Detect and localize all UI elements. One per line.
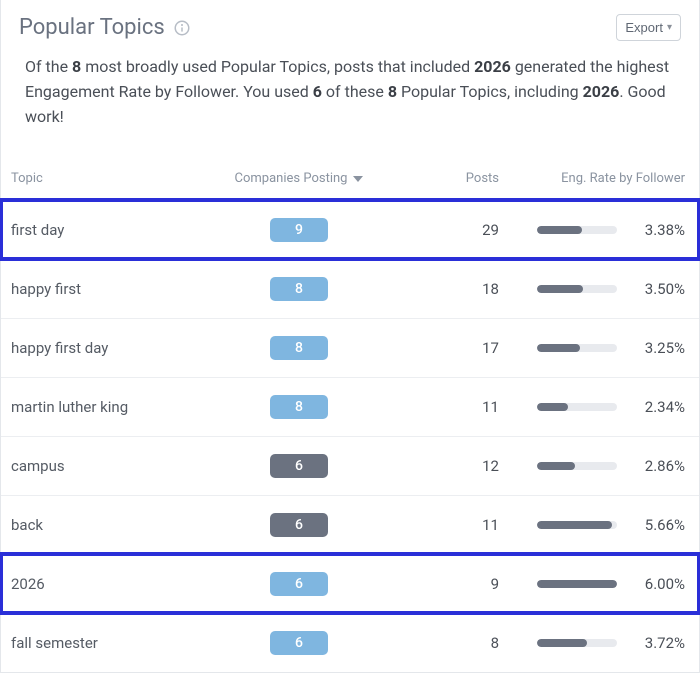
eng-value: 3.72% — [631, 634, 685, 652]
export-button[interactable]: Export ▾ — [616, 14, 681, 41]
panel-title-wrap: Popular Topics — [19, 15, 191, 40]
eng-value: 2.86% — [631, 457, 685, 475]
summary-bold: 8 — [72, 57, 81, 76]
summary-text: Of the 8 most broadly used Popular Topic… — [1, 51, 699, 153]
cell-engagement: 3.72% — [499, 634, 691, 652]
cell-engagement: 3.25% — [499, 339, 691, 357]
summary-bold: 8 — [388, 82, 397, 101]
cell-topic: martin luther king — [9, 398, 209, 416]
eng-bar — [537, 521, 617, 529]
panel-header: Popular Topics Export ▾ — [1, 0, 699, 51]
cell-companies: 6 — [209, 454, 389, 478]
cell-engagement: 3.38% — [499, 221, 691, 239]
cell-engagement: 3.50% — [499, 280, 691, 298]
cell-companies: 9 — [209, 218, 389, 242]
col-header-companies[interactable]: Companies Posting — [209, 171, 389, 186]
cell-topic: happy first day — [9, 339, 209, 357]
col-header-engagement[interactable]: Eng. Rate by Follower — [499, 171, 691, 186]
panel-title: Popular Topics — [19, 15, 165, 40]
summary-part: most broadly used Popular Topics, posts … — [81, 57, 474, 76]
eng-value: 3.50% — [631, 280, 685, 298]
companies-pill: 6 — [270, 513, 328, 537]
summary-bold: 2026 — [474, 57, 511, 76]
cell-posts: 8 — [389, 634, 499, 652]
cell-posts: 29 — [389, 221, 499, 239]
summary-part: of these — [322, 82, 388, 101]
cell-topic: back — [9, 516, 209, 534]
cell-companies: 6 — [209, 513, 389, 537]
summary-part: Popular Topics, including — [397, 82, 583, 101]
companies-pill: 6 — [270, 631, 328, 655]
eng-value: 5.66% — [631, 516, 685, 534]
eng-value: 3.38% — [631, 221, 685, 239]
cell-topic: happy first — [9, 280, 209, 298]
eng-bar — [537, 639, 617, 647]
cell-engagement: 5.66% — [499, 516, 691, 534]
table-row[interactable]: back 6 11 5.66% — [1, 495, 699, 554]
companies-pill: 8 — [270, 277, 328, 301]
eng-bar — [537, 403, 617, 411]
companies-pill: 9 — [270, 218, 328, 242]
col-header-posts[interactable]: Posts — [389, 171, 499, 186]
eng-bar — [537, 285, 617, 293]
popular-topics-panel: Popular Topics Export ▾ Of the 8 most br… — [0, 0, 700, 673]
eng-value: 3.25% — [631, 339, 685, 357]
cell-companies: 8 — [209, 277, 389, 301]
eng-value: 2.34% — [631, 398, 685, 416]
summary-part: Of the — [25, 57, 72, 76]
table-row[interactable]: happy first 8 18 3.50% — [1, 259, 699, 318]
table-row[interactable]: first day 9 29 3.38% — [1, 200, 699, 259]
companies-pill: 8 — [270, 336, 328, 360]
sort-desc-icon — [353, 176, 363, 182]
summary-bold: 2026 — [583, 82, 620, 101]
cell-posts: 9 — [389, 575, 499, 593]
table-row[interactable]: happy first day 8 17 3.25% — [1, 318, 699, 377]
eng-bar — [537, 344, 617, 352]
cell-companies: 8 — [209, 336, 389, 360]
topics-table: Topic Companies Posting Posts Eng. Rate … — [1, 153, 699, 672]
eng-value: 6.00% — [631, 575, 685, 593]
eng-bar — [537, 580, 617, 588]
cell-posts: 12 — [389, 457, 499, 475]
table-body: first day9293.38%happy first8183.50%happ… — [1, 200, 699, 672]
chevron-down-icon: ▾ — [667, 22, 672, 33]
eng-bar — [537, 462, 617, 470]
cell-engagement: 6.00% — [499, 575, 691, 593]
cell-topic: fall semester — [9, 634, 209, 652]
cell-engagement: 2.34% — [499, 398, 691, 416]
companies-pill: 6 — [270, 454, 328, 478]
table-row[interactable]: campus 6 12 2.86% — [1, 436, 699, 495]
cell-companies: 6 — [209, 631, 389, 655]
cell-engagement: 2.86% — [499, 457, 691, 475]
cell-posts: 11 — [389, 516, 499, 534]
cell-topic: 2026 — [9, 575, 209, 593]
table-row[interactable]: 2026 6 9 6.00% — [1, 554, 699, 613]
table-row[interactable]: fall semester 6 8 3.72% — [1, 613, 699, 672]
cell-posts: 18 — [389, 280, 499, 298]
cell-posts: 11 — [389, 398, 499, 416]
companies-pill: 6 — [270, 572, 328, 596]
col-header-topic[interactable]: Topic — [9, 171, 209, 186]
info-icon[interactable] — [173, 19, 191, 37]
export-label: Export — [625, 20, 663, 35]
table-row[interactable]: martin luther king 8 11 2.34% — [1, 377, 699, 436]
summary-bold: 6 — [313, 82, 322, 101]
cell-companies: 6 — [209, 572, 389, 596]
eng-bar — [537, 226, 617, 234]
cell-topic: campus — [9, 457, 209, 475]
cell-posts: 17 — [389, 339, 499, 357]
col-header-companies-label: Companies Posting — [235, 171, 348, 186]
cell-companies: 8 — [209, 395, 389, 419]
table-header-row: Topic Companies Posting Posts Eng. Rate … — [1, 153, 699, 200]
cell-topic: first day — [9, 221, 209, 239]
companies-pill: 8 — [270, 395, 328, 419]
